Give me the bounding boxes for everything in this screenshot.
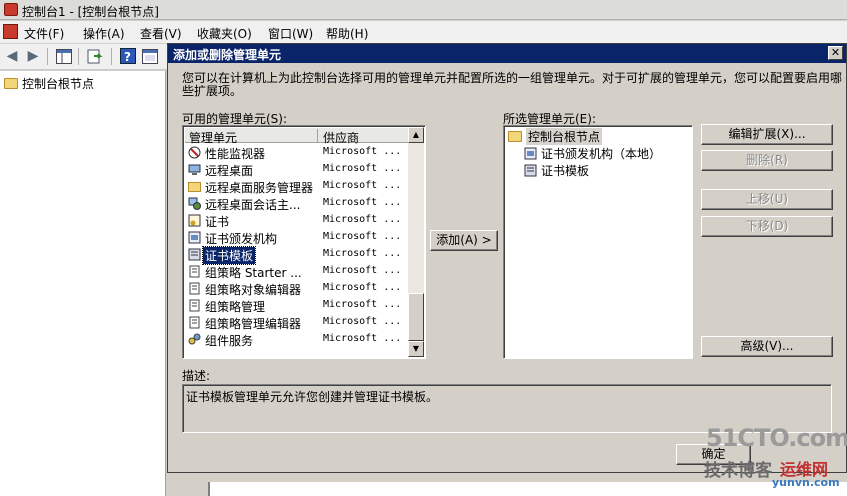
- back-arrow-icon[interactable]: ◀: [3, 47, 21, 65]
- description-box: 证书模板管理单元允许您创建并管理证书模板。: [182, 384, 832, 433]
- selected-root-node[interactable]: 控制台根节点: [508, 128, 603, 145]
- list-item[interactable]: 远程桌面服务管理器 Microsoft ...: [185, 178, 409, 195]
- list-item[interactable]: 组策略对象编辑器 Microsoft ...: [185, 280, 409, 297]
- folder-icon: [188, 182, 201, 192]
- available-snapins-list[interactable]: 管理单元 供应商 性能监视器 Microsoft ... 远程桌面 Micros…: [182, 125, 426, 359]
- vertical-scrollbar[interactable]: ▲ ▼: [408, 127, 424, 357]
- remove-button[interactable]: 删除(R): [701, 150, 833, 171]
- template-icon: [188, 248, 201, 261]
- component-services-icon: [188, 333, 201, 345]
- dialog-title: 添加或删除管理单元: [173, 48, 282, 62]
- list-item[interactable]: 组策略 Starter ... Microsoft ...: [185, 263, 409, 280]
- toolbar-separator: [78, 48, 79, 65]
- list-item[interactable]: 组件服务 Microsoft ...: [185, 331, 409, 348]
- properties-icon[interactable]: [141, 47, 159, 65]
- policy-icon: [189, 265, 200, 278]
- close-icon[interactable]: ✕: [828, 46, 843, 60]
- export-list-icon[interactable]: [86, 47, 104, 65]
- selected-item[interactable]: 证书模板: [524, 162, 589, 179]
- template-icon: [524, 164, 537, 177]
- ca-icon: [524, 147, 537, 160]
- scroll-down-icon[interactable]: ▼: [408, 341, 424, 357]
- move-down-button[interactable]: 下移(D): [701, 216, 833, 237]
- dialog-titlebar: 添加或删除管理单元 ✕: [168, 44, 846, 63]
- ca-icon: [188, 231, 201, 244]
- toolbar-separator: [111, 48, 112, 65]
- toolbar-separator: [47, 48, 48, 65]
- description-label: 描述:: [182, 369, 211, 383]
- advanced-button[interactable]: 高级(V)...: [701, 336, 833, 357]
- list-item[interactable]: 远程桌面 Microsoft ...: [185, 161, 409, 178]
- console-menu-icon[interactable]: [3, 24, 18, 39]
- mmc-app-icon: [4, 3, 18, 16]
- menu-window[interactable]: 窗口(W): [268, 25, 313, 42]
- add-remove-snapins-dialog: 添加或删除管理单元 ✕ 您可以在计算机上为此控制台选择可用的管理单元并配置所选的…: [167, 43, 847, 473]
- certificate-icon: [188, 214, 201, 227]
- svg-text:?: ?: [124, 50, 131, 64]
- menu-bar: 文件(F) 操作(A) 查看(V) 收藏夹(O) 窗口(W) 帮助(H): [0, 21, 847, 43]
- performance-monitor-icon: [188, 146, 201, 159]
- policy-icon: [189, 316, 200, 329]
- menu-file[interactable]: 文件(F): [24, 25, 64, 42]
- add-button[interactable]: 添加(A) >: [430, 230, 498, 251]
- move-up-button[interactable]: 上移(U): [701, 189, 833, 210]
- list-header: 管理单元 供应商: [185, 128, 409, 145]
- tree-root-label: 控制台根节点: [22, 77, 95, 91]
- console-tree-pane: 控制台根节点: [0, 71, 166, 496]
- window-title: 控制台1 - [控制台根节点]: [22, 5, 159, 19]
- selected-item[interactable]: 证书颁发机构（本地）: [524, 145, 661, 162]
- list-item[interactable]: 性能监视器 Microsoft ...: [185, 144, 409, 161]
- policy-icon: [189, 299, 200, 312]
- show-hide-tree-icon[interactable]: [55, 47, 73, 65]
- ok-button[interactable]: 确定: [676, 444, 751, 465]
- menu-action[interactable]: 操作(A): [83, 25, 125, 42]
- selected-snapins-list[interactable]: 控制台根节点 证书颁发机构（本地） 证书模板: [503, 125, 693, 359]
- session-host-icon: [188, 197, 201, 210]
- dialog-description: 您可以在计算机上为此控制台选择可用的管理单元并配置所选的一组管理单元。对于可扩展…: [182, 71, 843, 98]
- menu-favorites[interactable]: 收藏夹(O): [197, 25, 252, 42]
- folder-icon: [4, 78, 18, 89]
- help-icon[interactable]: ?: [119, 47, 137, 65]
- folder-icon: [508, 131, 522, 142]
- window-titlebar: 控制台1 - [控制台根节点]: [0, 0, 847, 20]
- menu-help[interactable]: 帮助(H): [326, 25, 368, 42]
- list-item-selected[interactable]: 证书模板 Microsoft ...: [185, 246, 409, 265]
- menu-view[interactable]: 查看(V): [140, 25, 182, 42]
- list-item[interactable]: 远程桌面会话主... Microsoft ...: [185, 195, 409, 212]
- column-divider[interactable]: [317, 129, 318, 142]
- forward-arrow-icon[interactable]: ▶: [24, 47, 42, 65]
- list-item[interactable]: 证书颁发机构 Microsoft ...: [185, 229, 409, 246]
- scroll-thumb[interactable]: [408, 293, 424, 341]
- remote-desktop-icon: [188, 164, 201, 175]
- edit-extensions-button[interactable]: 编辑扩展(X)...: [701, 124, 833, 145]
- list-item[interactable]: 证书 Microsoft ...: [185, 212, 409, 229]
- list-item[interactable]: 组策略管理 Microsoft ...: [185, 297, 409, 314]
- results-pane: [208, 482, 847, 496]
- policy-icon: [189, 282, 200, 295]
- tree-root-node[interactable]: 控制台根节点: [4, 75, 94, 92]
- scroll-up-icon[interactable]: ▲: [408, 127, 424, 143]
- list-item[interactable]: 组策略管理编辑器 Microsoft ...: [185, 314, 409, 331]
